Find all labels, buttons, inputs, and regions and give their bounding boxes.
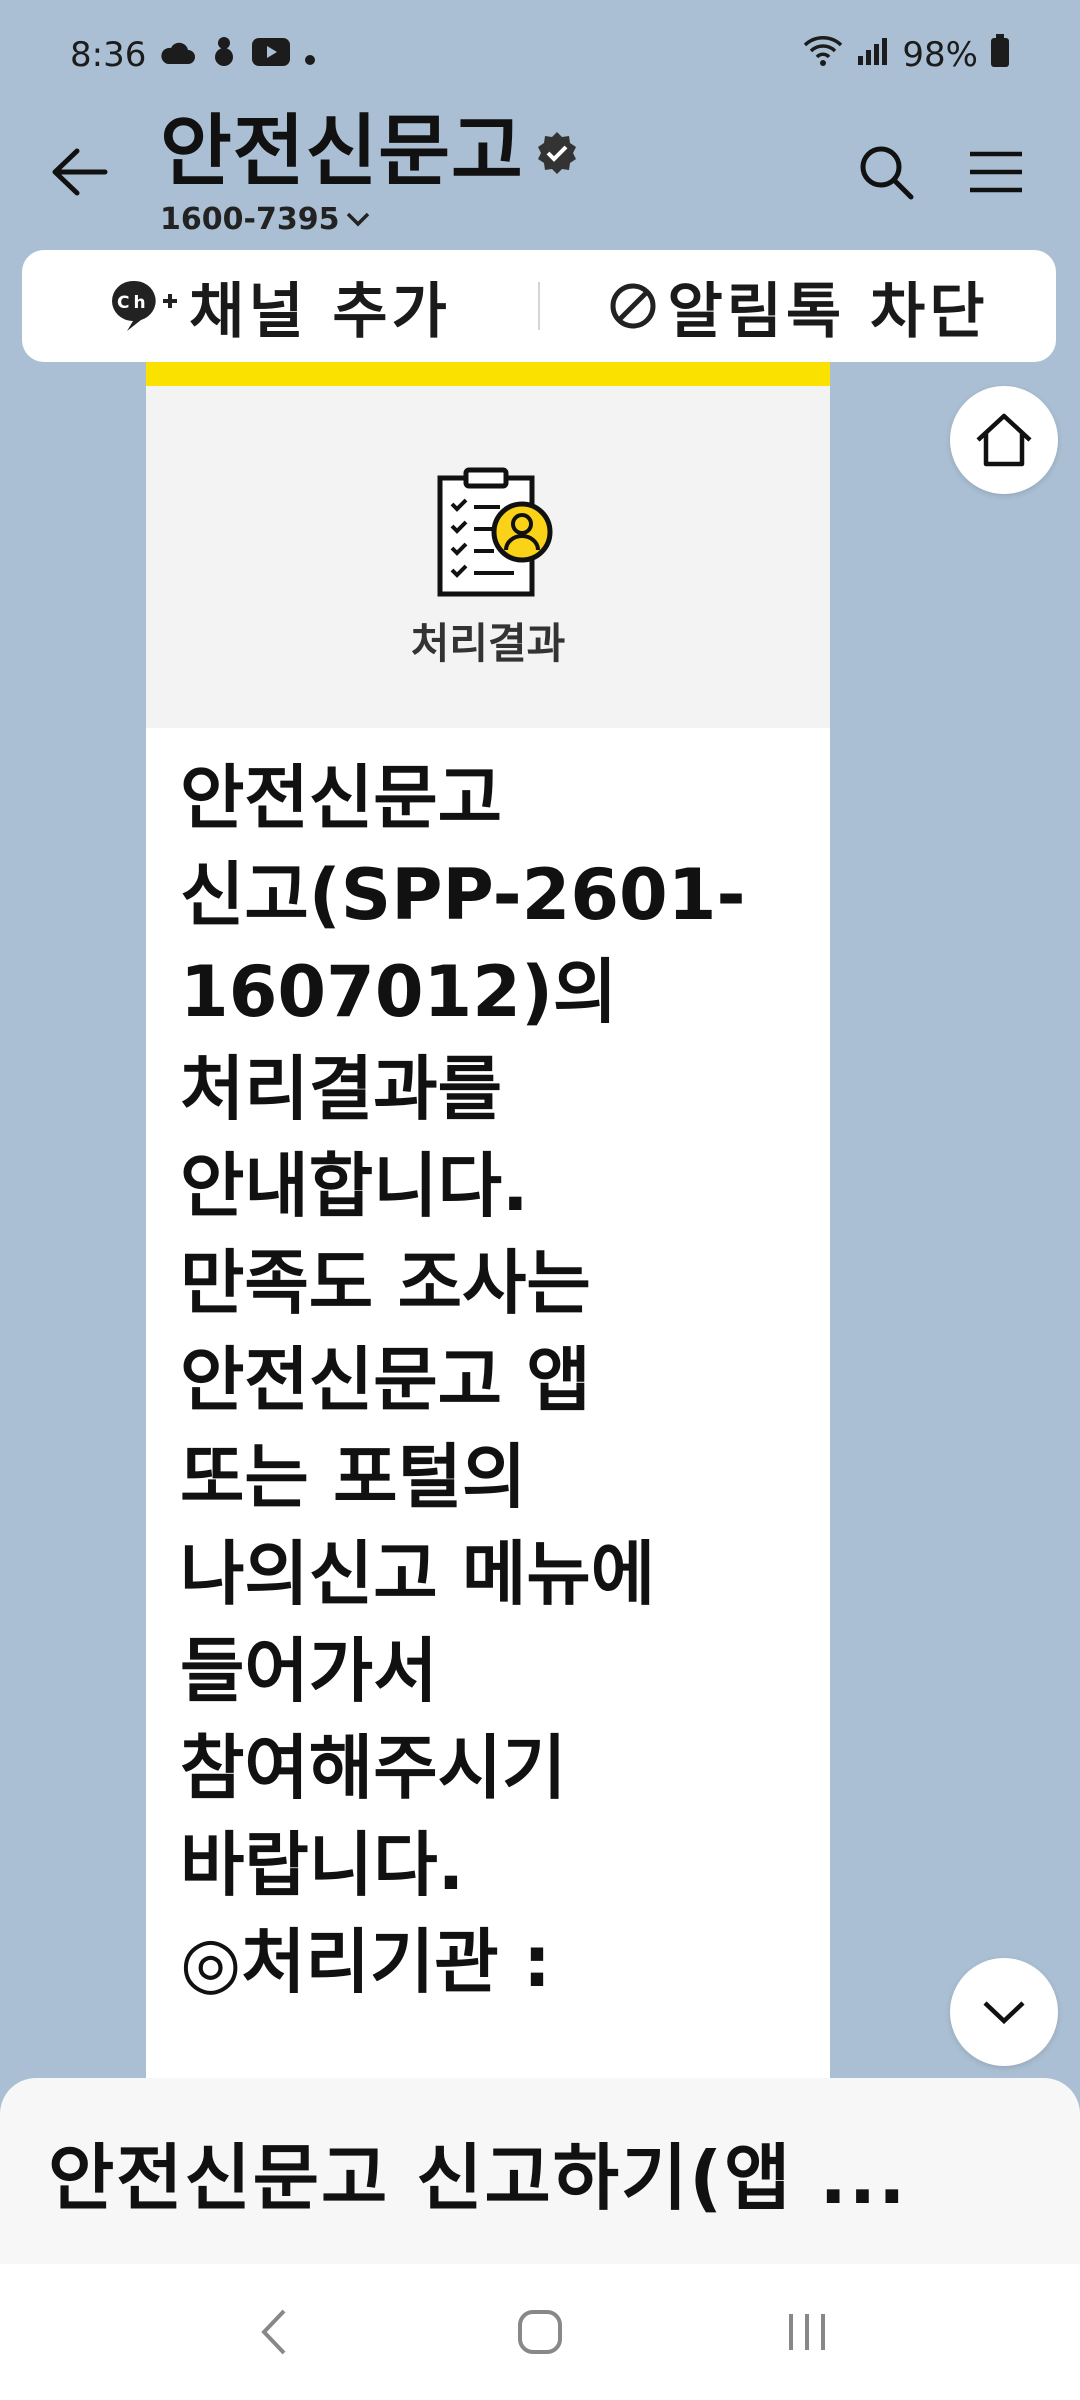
search-icon bbox=[860, 146, 914, 200]
signal-icon bbox=[856, 35, 890, 75]
add-channel-label: 채널 추가 bbox=[189, 276, 451, 347]
menu-button[interactable] bbox=[960, 136, 1032, 208]
chat-header: 안전신문고 1600-7395 bbox=[0, 107, 1080, 250]
channel-add-icon: Ch bbox=[112, 280, 178, 331]
dot-icon bbox=[304, 35, 316, 75]
cloud-icon bbox=[160, 35, 196, 75]
scroll-down-button[interactable] bbox=[950, 1958, 1058, 2066]
battery-icon bbox=[990, 33, 1010, 77]
channel-phone[interactable]: 1600-7395 bbox=[160, 202, 580, 237]
block-alert-label: 알림톡 차단 bbox=[667, 276, 989, 347]
home-button[interactable] bbox=[950, 386, 1058, 494]
nav-home-icon bbox=[517, 2310, 562, 2354]
bottom-menu-bar[interactable]: 안전신문고 신고하기(앱 ... bbox=[0, 2078, 1080, 2264]
back-button[interactable] bbox=[44, 136, 116, 208]
verified-badge-icon bbox=[534, 130, 580, 176]
status-left: 8:36 bbox=[70, 35, 316, 76]
block-icon bbox=[610, 283, 656, 329]
snowman-icon bbox=[210, 35, 238, 76]
status-bar: 8:36 98% bbox=[0, 0, 1080, 110]
card-header: 처리결과 bbox=[146, 362, 830, 728]
back-arrow-icon bbox=[52, 148, 108, 196]
channel-title-area[interactable]: 안전신문고 1600-7395 bbox=[160, 107, 580, 237]
nav-back-button[interactable] bbox=[228, 2287, 318, 2377]
status-right: 98% bbox=[802, 33, 1010, 77]
checklist-report-icon bbox=[437, 467, 553, 597]
phone-number: 1600-7395 bbox=[160, 201, 340, 237]
card-icon-label: 처리결과 bbox=[410, 619, 566, 668]
card-message-text: 안전신문고 신고(SPP-2601- 1607012)의 처리결과를 안내합니다… bbox=[180, 757, 746, 2003]
nav-home-button[interactable] bbox=[495, 2287, 585, 2377]
youtube-icon bbox=[252, 35, 291, 75]
chevron-down-icon bbox=[983, 2001, 1025, 2025]
search-button[interactable] bbox=[850, 136, 922, 208]
system-nav-bar bbox=[0, 2264, 1080, 2400]
hamburger-menu-icon bbox=[970, 151, 1022, 193]
nav-recents-button[interactable] bbox=[762, 2287, 852, 2377]
nav-back-icon bbox=[261, 2309, 286, 2355]
block-alert-button[interactable]: 알림톡 차단 bbox=[540, 263, 1056, 350]
channel-action-bar: Ch 채널 추가 알림톡 차단 bbox=[22, 250, 1056, 362]
battery-text: 98% bbox=[902, 35, 978, 75]
add-channel-button[interactable]: Ch 채널 추가 bbox=[22, 263, 538, 350]
channel-name: 안전신문고 bbox=[160, 107, 524, 197]
message-card: 처리결과 안전신문고 신고(SPP-2601- 1607012)의 처리결과를 … bbox=[146, 362, 830, 2082]
home-icon bbox=[976, 413, 1032, 467]
chevron-down-icon bbox=[347, 213, 370, 227]
wifi-icon bbox=[802, 35, 844, 76]
status-time: 8:36 bbox=[70, 35, 147, 75]
svg-text:Ch: Ch bbox=[117, 293, 150, 313]
bottom-menu-label: 안전신문고 신고하기(앱 ... bbox=[48, 2135, 908, 2220]
nav-recents-icon bbox=[788, 2314, 825, 2350]
channel-title: 안전신문고 bbox=[160, 107, 580, 197]
